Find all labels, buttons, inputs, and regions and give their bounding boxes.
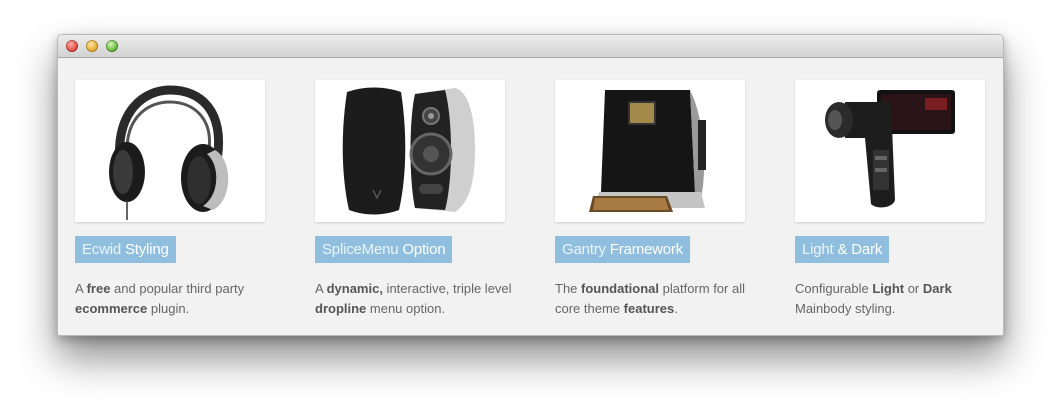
feature-title-part2: Option — [402, 241, 446, 258]
description-text: plugin. — [147, 301, 190, 316]
feature-title[interactable]: Ecwid Styling — [75, 236, 176, 263]
feature-title-part2: Framework — [609, 241, 684, 258]
feature-title-part1: Ecwid — [82, 241, 122, 258]
description-bold-text: foundational — [581, 281, 660, 296]
feature-description: A dynamic, interactive, triple level dro… — [315, 279, 515, 319]
feature-title-part2: & Dark — [837, 241, 883, 258]
feature-title-part2: Styling — [124, 241, 169, 258]
feature-title[interactable]: Light & Dark — [795, 236, 890, 263]
camcorder-icon — [825, 90, 955, 208]
description-bold-text: ecommerce — [75, 301, 148, 316]
feature-grid: Ecwid Styling A free and popular third p… — [58, 58, 1003, 335]
feature-image[interactable] — [795, 80, 985, 222]
feature-title[interactable]: Gantry Framework — [555, 236, 691, 263]
feature-title-part1: SpliceMenu — [322, 241, 399, 258]
description-text: Configurable — [795, 281, 873, 296]
feature-title[interactable]: SpliceMenu Option — [315, 236, 453, 263]
window-titlebar — [58, 35, 1003, 58]
feature-description: Configurable Light or Dark Mainbody styl… — [795, 279, 995, 319]
feature-title-part1: Gantry — [562, 241, 606, 258]
feature-card-light-dark: Light & Dark Configurable Light or Dark … — [795, 80, 985, 319]
feature-title-part1: Light — [802, 241, 834, 258]
feature-card-splicemenu: SpliceMenu Option A dynamic, interactive… — [315, 80, 512, 319]
feature-description: A free and popular third party ecommerce… — [75, 279, 275, 319]
description-text: The — [555, 281, 582, 296]
description-bold-text: dynamic, — [326, 281, 383, 296]
speakers-icon — [342, 87, 475, 215]
feature-description: The foundational platform for all core t… — [555, 279, 755, 319]
description-bold-text: Light — [872, 281, 905, 296]
zoom-window-button[interactable] — [106, 40, 118, 52]
feature-card-ecwid: Ecwid Styling A free and popular third p… — [75, 80, 265, 319]
feature-image[interactable] — [315, 80, 505, 222]
headphones-icon — [109, 85, 229, 220]
description-bold-text: free — [86, 281, 111, 296]
description-text: A — [315, 281, 327, 296]
description-text: . — [674, 301, 678, 316]
description-text: and popular third party — [110, 281, 245, 296]
minimize-window-button[interactable] — [86, 40, 98, 52]
close-window-button[interactable] — [66, 40, 78, 52]
description-text: interactive, triple level — [382, 281, 512, 296]
feature-card-gantry: Gantry Framework The foundational platfo… — [555, 80, 745, 319]
description-bold-text: Dark — [922, 281, 952, 296]
description-text: A — [75, 281, 87, 296]
photo-printer-icon — [589, 90, 706, 212]
feature-image[interactable] — [75, 80, 265, 222]
description-bold-text: dropline — [315, 301, 367, 316]
description-text: menu option. — [366, 301, 446, 316]
feature-image[interactable] — [555, 80, 745, 222]
description-text: or — [904, 281, 923, 296]
browser-window: Ecwid Styling A free and popular third p… — [57, 34, 1004, 336]
description-text: Mainbody styling. — [795, 301, 896, 316]
description-bold-text: features — [623, 301, 675, 316]
